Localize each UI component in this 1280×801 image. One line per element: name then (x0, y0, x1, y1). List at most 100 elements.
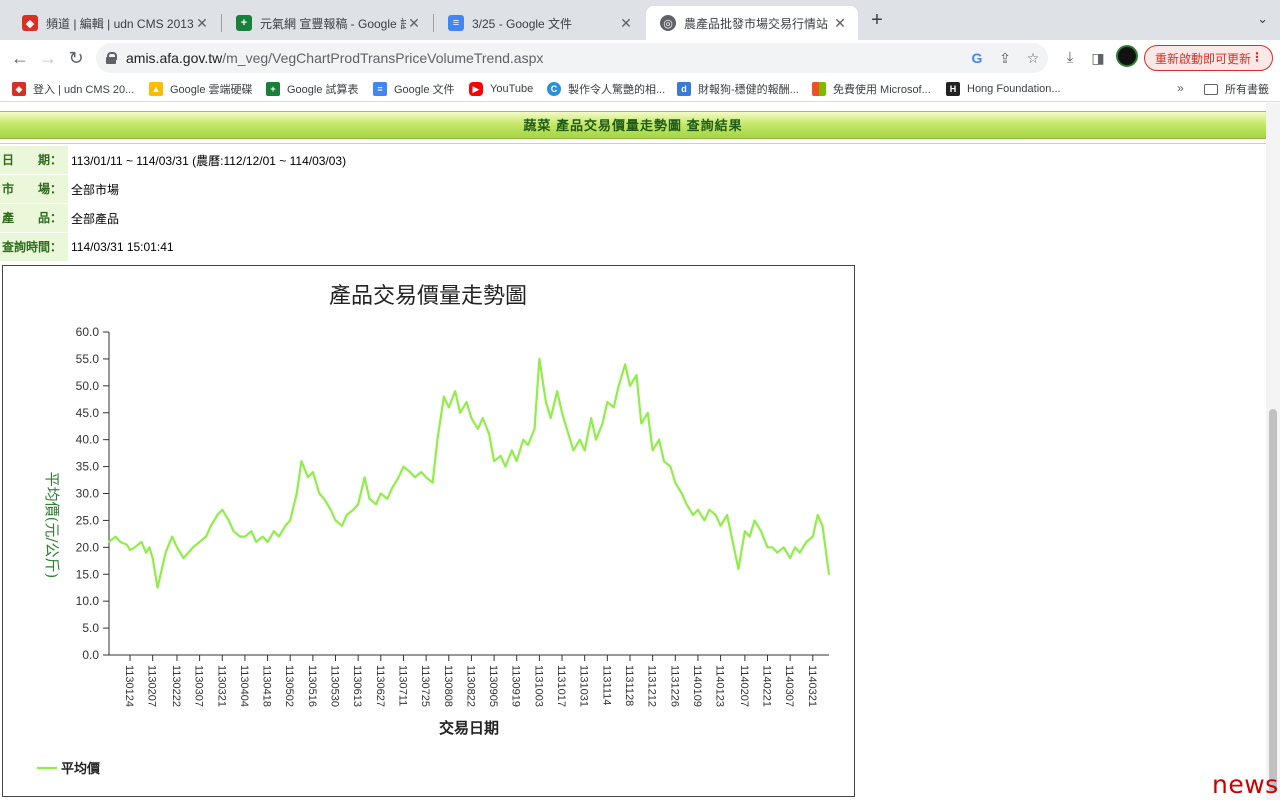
data-point (334, 519, 337, 522)
tab-google-sheets[interactable]: + 元氣網 宣豐報稿 - Google 試算表 ✕ (222, 6, 432, 40)
product-label: 產 品： (0, 204, 68, 232)
x-tick-label: 1140307 (783, 665, 795, 707)
bookmark-hong-foundation[interactable]: H Hong Foundation... (946, 81, 1061, 97)
bookmark-statementdog[interactable]: d 財報狗-穩健的報酬... (677, 81, 799, 97)
url-path: /m_veg/VegChartProdTransPriceVolumeTrend… (222, 50, 544, 66)
udn-icon: ◆ (22, 15, 38, 31)
tab-google-docs[interactable]: ≡ 3/25 - Google 文件 ✕ (434, 6, 644, 40)
data-point (171, 535, 173, 538)
tab-bar: ◆ 頻道 | 編輯 | udn CMS 2013 ✕ + 元氣網 宣豐報稿 - … (0, 0, 1280, 40)
data-point (499, 455, 502, 457)
close-icon[interactable]: ✕ (194, 15, 210, 32)
share-icon[interactable]: ⇪ (996, 49, 1014, 67)
y-tick-label: 45.0 (76, 406, 100, 420)
x-tick-label: 1131226 (668, 665, 680, 707)
tab-udn-cms[interactable]: ◆ 頻道 | 編輯 | udn CMS 2013 ✕ (8, 6, 220, 40)
bookmark-google-docs[interactable]: ≡ Google 文件 (373, 81, 455, 97)
x-tick-label: 1140221 (761, 665, 773, 707)
bookmark-canva[interactable]: C 製作令人驚艷的相... (547, 81, 665, 97)
data-point (556, 390, 558, 392)
avatar[interactable] (1116, 45, 1138, 67)
data-point (816, 514, 819, 516)
product-value: 全部產品 (71, 211, 120, 226)
canva-icon: C (547, 82, 561, 96)
data-point (187, 551, 190, 554)
data-point (681, 492, 683, 495)
bookmark-udn-cms[interactable]: ◆ 登入 | udn CMS 20... (12, 81, 134, 97)
hong-icon: H (946, 82, 960, 96)
data-point (375, 503, 377, 506)
date-label: 日 期： (0, 146, 68, 174)
address-bar[interactable]: amis.afa.gov.tw/m_veg/VegChartProdTransP… (96, 43, 1048, 73)
data-point (533, 428, 536, 430)
data-point (470, 417, 473, 419)
data-point (753, 519, 756, 522)
y-tick-label: 30.0 (76, 487, 100, 501)
star-icon[interactable]: ☆ (1024, 49, 1042, 67)
new-tab-button[interactable]: + (866, 9, 888, 31)
close-icon[interactable]: ✕ (406, 15, 422, 32)
google-lens-icon[interactable]: G (968, 49, 986, 67)
reload-icon[interactable]: ↻ (64, 46, 88, 70)
more-bookmarks-icon[interactable]: » (1177, 81, 1184, 95)
data-point (386, 498, 389, 500)
data-point (119, 541, 122, 543)
update-button[interactable]: 重新啟動即可更新 ⋮ (1144, 45, 1273, 71)
data-point (312, 471, 314, 473)
bookmark-google-drive[interactable]: ▲ Google 雲端硬碟 (149, 81, 253, 97)
all-bookmarks-label: 所有書籤 (1225, 84, 1269, 96)
scrollbar-thumb[interactable] (1269, 409, 1277, 793)
side-panel-icon[interactable]: ◨ (1086, 46, 1110, 70)
tab-amis[interactable]: ◎ 農產品批發市場交易行情站 ✕ (646, 6, 858, 40)
x-axis: 1130124 1130207 1130222 1130307 1130321 11304… (109, 654, 829, 707)
data-point (156, 586, 159, 589)
url-text: amis.afa.gov.tw/m_veg/VegChartProdTransP… (126, 50, 543, 66)
data-point (368, 498, 371, 500)
market-label: 市 場： (0, 175, 68, 203)
data-point (482, 417, 484, 419)
data-point (651, 449, 654, 452)
data-point (567, 433, 570, 436)
data-point (341, 525, 343, 527)
data-point (561, 412, 563, 414)
download-icon[interactable]: ⤓ (1058, 46, 1082, 70)
bookmark-google-sheets[interactable]: + Google 試算表 (266, 81, 359, 97)
browser-toolbar: ← → ↻ amis.afa.gov.tw/m_veg/VegChartProd… (0, 40, 1280, 76)
all-bookmarks-button[interactable]: 所有書籤 (1204, 81, 1269, 97)
data-point (380, 492, 382, 495)
vertical-scrollbar[interactable] (1266, 103, 1280, 800)
data-point (126, 543, 128, 546)
x-axis-label: 交易日期 (439, 719, 499, 737)
close-icon[interactable]: ✕ (832, 15, 848, 32)
bookmark-youtube[interactable]: ▶ YouTube (469, 81, 533, 97)
data-point (448, 406, 450, 409)
x-tick-label: 1130502 (283, 665, 295, 707)
close-icon[interactable]: ✕ (618, 15, 634, 32)
data-point (488, 433, 491, 436)
data-point (658, 438, 660, 441)
data-point (261, 535, 264, 538)
data-point (210, 525, 212, 527)
x-tick-label: 1130418 (261, 665, 273, 707)
y-axis: 0.0 5.0 10.0 15.0 20.0 25.0 30.0 35.0 40.0 45.0 50… (76, 325, 110, 662)
data-point (601, 422, 604, 425)
forward-arrow-icon[interactable]: → (36, 46, 60, 70)
data-point (549, 417, 552, 419)
data-point (635, 374, 638, 376)
data-point (771, 546, 774, 549)
bookmark-label: Google 雲端硬碟 (170, 84, 253, 96)
data-point (182, 557, 185, 559)
data-point (493, 460, 495, 462)
data-point (108, 541, 110, 543)
data-point (760, 530, 762, 532)
bookmark-microsoft[interactable]: 免費使用 Microsof... (812, 81, 931, 97)
x-tick-label: 1140123 (714, 665, 726, 707)
news-watermark: news (1212, 770, 1279, 799)
data-point (766, 546, 769, 549)
back-arrow-icon[interactable]: ← (8, 46, 32, 70)
legend-label: 平均價 (61, 761, 101, 777)
page-title: 蔬菜 產品交易價量走勢圖 查詢結果 (523, 118, 743, 133)
chevron-down-icon[interactable]: ⌄ (1257, 11, 1268, 27)
data-point (606, 401, 609, 403)
bookmarks-bar: ◆ 登入 | udn CMS 20... ▲ Google 雲端硬碟 + Goo… (0, 76, 1280, 102)
